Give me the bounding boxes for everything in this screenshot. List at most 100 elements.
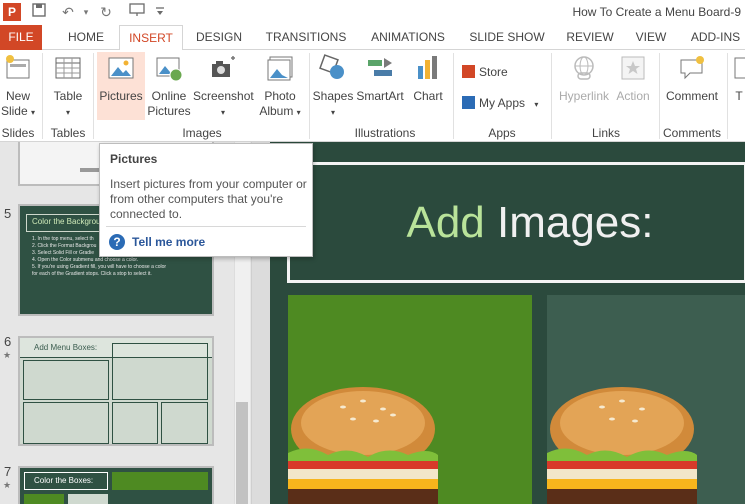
title-bar: P ↶ ▾ ↻ How To Create a Menu Board-9 <box>0 0 745 25</box>
my-apps-icon <box>462 96 475 109</box>
smartart-icon <box>355 54 405 86</box>
thumb-box <box>112 343 208 400</box>
tab-add-ins[interactable]: ADD-INS <box>686 25 745 50</box>
new-slide-label-1: New <box>5 89 30 103</box>
thumb-box <box>112 402 158 444</box>
action-button[interactable]: Action <box>612 52 654 104</box>
thumb-box <box>23 402 109 444</box>
shapes-label: Shapes <box>312 89 354 103</box>
photo-album-icon <box>255 54 305 86</box>
text-group-button-partial[interactable]: T <box>733 52 745 104</box>
tab-home[interactable]: HOME <box>58 25 114 50</box>
table-label: Table <box>53 89 83 103</box>
tab-slide-show[interactable]: SLIDE SHOW <box>467 25 547 50</box>
group-label-images: Images <box>182 126 222 140</box>
slide-thumbnail-6[interactable]: Add Menu Boxes: <box>18 336 214 446</box>
comment-label: Comment <box>665 89 718 103</box>
group-label-comments: Comments <box>662 126 721 140</box>
slide-title: Add Images: <box>406 198 654 247</box>
slide-image-burger-2[interactable] <box>547 295 745 504</box>
thumb-box <box>23 360 109 400</box>
tab-file[interactable]: FILE <box>0 25 42 50</box>
group-label-tables: Tables <box>50 126 86 140</box>
group-divider <box>453 53 454 139</box>
tab-insert[interactable]: INSERT <box>119 25 183 51</box>
slide-number: 5 <box>4 206 12 221</box>
animation-star-icon: ★ <box>3 480 12 490</box>
new-slide-icon <box>0 54 36 86</box>
comment-icon <box>662 54 722 86</box>
undo-dropdown-icon[interactable]: ▾ <box>76 3 96 21</box>
online-pictures-button[interactable]: Online Pictures <box>147 52 191 119</box>
smartart-button[interactable]: SmartArt <box>355 52 405 104</box>
tooltip-body: Insert pictures from your computer or fr… <box>110 177 307 221</box>
table-button[interactable]: Table ▾ <box>48 52 88 120</box>
thumb-box <box>161 402 208 444</box>
thumb-title: Color the Boxes: <box>34 476 94 485</box>
tooltip-divider <box>106 226 306 227</box>
thumb-box <box>24 494 64 504</box>
group-divider <box>727 53 728 139</box>
customize-qat-icon[interactable] <box>150 3 170 21</box>
hyperlink-button[interactable]: Hyperlink <box>556 52 612 104</box>
group-label-links: Links <box>591 126 620 140</box>
group-divider <box>551 53 552 139</box>
tab-animations[interactable]: ANIMATIONS <box>364 25 452 50</box>
my-apps-button[interactable]: My Apps ▾ <box>462 96 538 110</box>
thumb-title: Color the Backgrou <box>32 217 101 226</box>
online-pictures-label-1: Online <box>151 89 187 103</box>
camera-icon <box>193 54 253 86</box>
thumb-box <box>68 494 108 504</box>
group-divider <box>42 53 43 139</box>
tell-me-more-link[interactable]: Tell me more <box>132 235 205 249</box>
undo-icon[interactable]: ↶ <box>58 3 78 21</box>
slide-thumbnail-7[interactable]: Color the Boxes: <box>18 466 214 504</box>
tab-view[interactable]: VIEW <box>630 25 672 50</box>
photo-album-button[interactable]: Photo Album ▾ <box>255 52 305 120</box>
pictures-label: Pictures <box>99 89 143 103</box>
tab-review[interactable]: REVIEW <box>562 25 618 50</box>
group-label-apps: Apps <box>488 126 516 140</box>
window-title: How To Create a Menu Board-9 <box>572 5 741 19</box>
shapes-button[interactable]: Shapes ▾ <box>312 52 354 120</box>
my-apps-label: My Apps <box>479 96 526 110</box>
group-label-illustrations: Illustrations <box>354 126 416 140</box>
slide-image-burger-1[interactable] <box>288 295 532 504</box>
pictures-tooltip: Pictures Insert pictures from your compu… <box>99 143 313 257</box>
table-icon <box>48 54 88 86</box>
textbox-icon <box>733 54 745 86</box>
comment-button[interactable]: Comment <box>662 52 722 104</box>
ribbon: New Slide ▾ Table ▾ Pictures Online Pictu… <box>0 50 745 142</box>
new-slide-button[interactable]: New Slide ▾ <box>0 52 36 120</box>
group-label-slides: Slides <box>1 126 35 140</box>
save-icon[interactable] <box>29 3 49 21</box>
text-group-label-partial: T <box>735 89 743 103</box>
screenshot-label: Screenshot <box>193 89 254 103</box>
thumb-box <box>112 472 208 490</box>
burger-icon <box>288 387 438 504</box>
slide-number: 6 <box>4 334 12 349</box>
hyperlink-label: Hyperlink <box>558 89 609 103</box>
online-pictures-icon <box>147 54 191 86</box>
screenshot-button[interactable]: Screenshot ▾ <box>193 52 254 120</box>
presenter-icon[interactable] <box>127 3 147 21</box>
store-icon <box>462 65 475 78</box>
help-icon[interactable]: ? <box>109 234 125 250</box>
group-divider <box>309 53 310 139</box>
store-label: Store <box>479 65 508 79</box>
powerpoint-logo-icon: P <box>3 3 21 21</box>
pictures-button[interactable]: Pictures <box>97 52 145 120</box>
redo-icon[interactable]: ↻ <box>96 3 116 21</box>
thumbnails-scrollbar-thumb[interactable] <box>236 402 248 504</box>
hyperlink-icon <box>556 54 612 86</box>
chart-icon <box>408 54 448 86</box>
shapes-icon <box>312 54 354 86</box>
action-star-icon <box>612 54 654 86</box>
smartart-label: SmartArt <box>356 89 404 103</box>
tab-transitions[interactable]: TRANSITIONS <box>262 25 350 50</box>
store-button[interactable]: Store <box>462 65 508 79</box>
tab-design[interactable]: DESIGN <box>190 25 248 50</box>
photo-album-label-1: Photo <box>264 89 296 103</box>
chart-button[interactable]: Chart <box>408 52 448 104</box>
tooltip-title: Pictures <box>110 152 158 166</box>
